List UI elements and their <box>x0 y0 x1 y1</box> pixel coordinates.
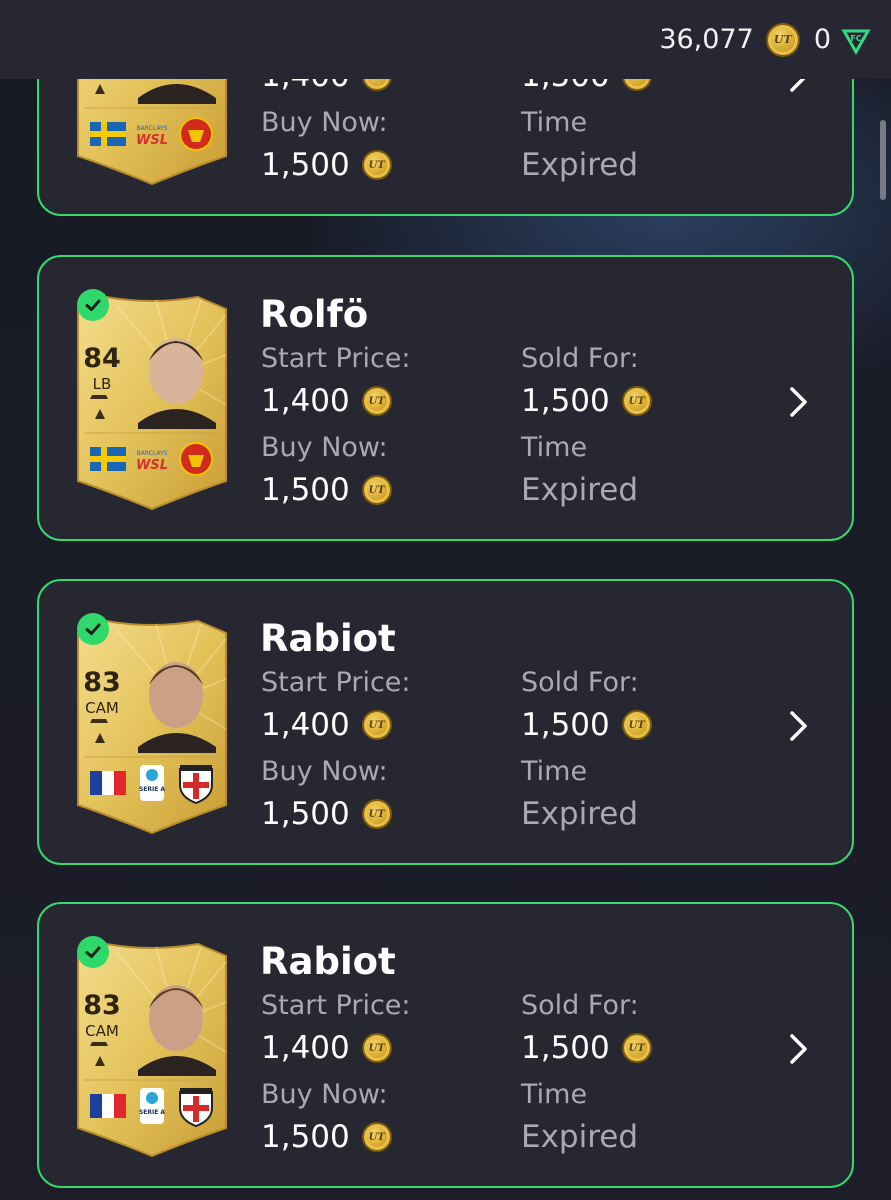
time-label: Time <box>521 107 588 138</box>
ut-coin-icon: UT <box>361 799 392 829</box>
transfer-item[interactable]: BARCLAYS WSL 84 LB Rolfö Start Price: 1,4… <box>37 255 854 541</box>
player-position: LB <box>92 375 112 393</box>
time-label: Time <box>521 1079 588 1110</box>
sold-check-icon <box>77 936 109 968</box>
fc-points-icon: FC <box>841 25 871 55</box>
sold-for-value: 1,500UT <box>521 707 652 743</box>
player-position: CAM <box>85 699 119 717</box>
start-price-label: Start Price: <box>261 667 411 698</box>
transfer-item[interactable]: SERIE A 83 CAM Rabiot Start Price: 1,400… <box>37 902 854 1188</box>
player-rating: 83 <box>83 667 121 698</box>
player-rating: 83 <box>83 990 121 1021</box>
start-price-label: Start Price: <box>261 990 411 1021</box>
player-card[interactable]: BARCLAYS WSL 84 LB <box>76 295 228 511</box>
buy-now-label: Buy Now: <box>261 756 388 787</box>
buy-now-value: 1,500 UT <box>261 796 392 832</box>
time-label: Time <box>521 432 588 463</box>
start-price-label: Start Price: <box>261 343 411 374</box>
start-price-value: 1,400UT <box>261 707 392 743</box>
ut-coin-icon: UT <box>361 150 392 180</box>
time-value: Expired <box>521 472 639 508</box>
chevron-right-icon[interactable] <box>787 1031 811 1071</box>
sold-for-label: Sold For: <box>521 343 639 374</box>
svg-text:BARCLAYS: BARCLAYS <box>137 450 168 457</box>
svg-text:WSL: WSL <box>136 458 168 473</box>
svg-text:WSL: WSL <box>136 133 168 148</box>
player-name: Rabiot <box>260 617 396 660</box>
svg-text:BARCLAYS: BARCLAYS <box>137 125 168 132</box>
svg-text:SERIE A: SERIE A <box>139 1109 165 1116</box>
buy-now-value: 1,500 UT <box>261 1119 392 1155</box>
ut-coin-icon: UT <box>361 475 392 505</box>
sold-for-value: 1,500UT <box>521 383 652 419</box>
ut-coin-icon: UT <box>621 710 652 740</box>
player-card[interactable]: SERIE A 83 CAM <box>76 619 228 835</box>
ut-coin-icon: UT <box>361 386 392 416</box>
time-value: Expired <box>521 1119 639 1155</box>
start-price-value: 1,400UT <box>261 1030 392 1066</box>
player-rating: 84 <box>83 343 121 374</box>
ut-coin-icon: UT <box>765 22 800 57</box>
ut-coin-icon: UT <box>361 710 392 740</box>
svg-text:SERIE A: SERIE A <box>139 786 165 793</box>
points-balance: 0 <box>813 24 831 55</box>
coins-balance: 36,077 <box>659 24 754 55</box>
ut-coin-icon: UT <box>621 386 652 416</box>
player-name: Rolfö <box>260 293 369 336</box>
buy-now-value: 1,500 UT <box>261 147 392 183</box>
buy-now-label: Buy Now: <box>261 1079 388 1110</box>
svg-text:FC: FC <box>850 34 861 43</box>
chevron-right-icon[interactable] <box>787 384 811 424</box>
scrollbar[interactable] <box>880 120 886 200</box>
sold-for-value: 1,500UT <box>521 1030 652 1066</box>
buy-now-label: Buy Now: <box>261 107 388 138</box>
sold-check-icon <box>77 289 109 321</box>
ut-coin-icon: UT <box>621 1033 652 1063</box>
time-value: Expired <box>521 147 639 183</box>
time-value: Expired <box>521 796 639 832</box>
transfer-item[interactable]: SERIE A 83 CAM Rabiot Start Price: 1,400… <box>37 579 854 865</box>
sold-check-icon <box>77 613 109 645</box>
sold-for-label: Sold For: <box>521 990 639 1021</box>
top-bar: 36,077 UT 0 FC <box>0 0 891 79</box>
ut-coin-icon: UT <box>361 1122 392 1152</box>
chevron-right-icon[interactable] <box>787 708 811 748</box>
player-position: CAM <box>85 1022 119 1040</box>
buy-now-value: 1,500 UT <box>261 472 392 508</box>
player-card[interactable]: SERIE A 83 CAM <box>76 942 228 1158</box>
sold-for-label: Sold For: <box>521 667 639 698</box>
time-label: Time <box>521 756 588 787</box>
buy-now-label: Buy Now: <box>261 432 388 463</box>
player-name: Rabiot <box>260 940 396 983</box>
start-price-value: 1,400UT <box>261 383 392 419</box>
ut-coin-icon: UT <box>361 1033 392 1063</box>
